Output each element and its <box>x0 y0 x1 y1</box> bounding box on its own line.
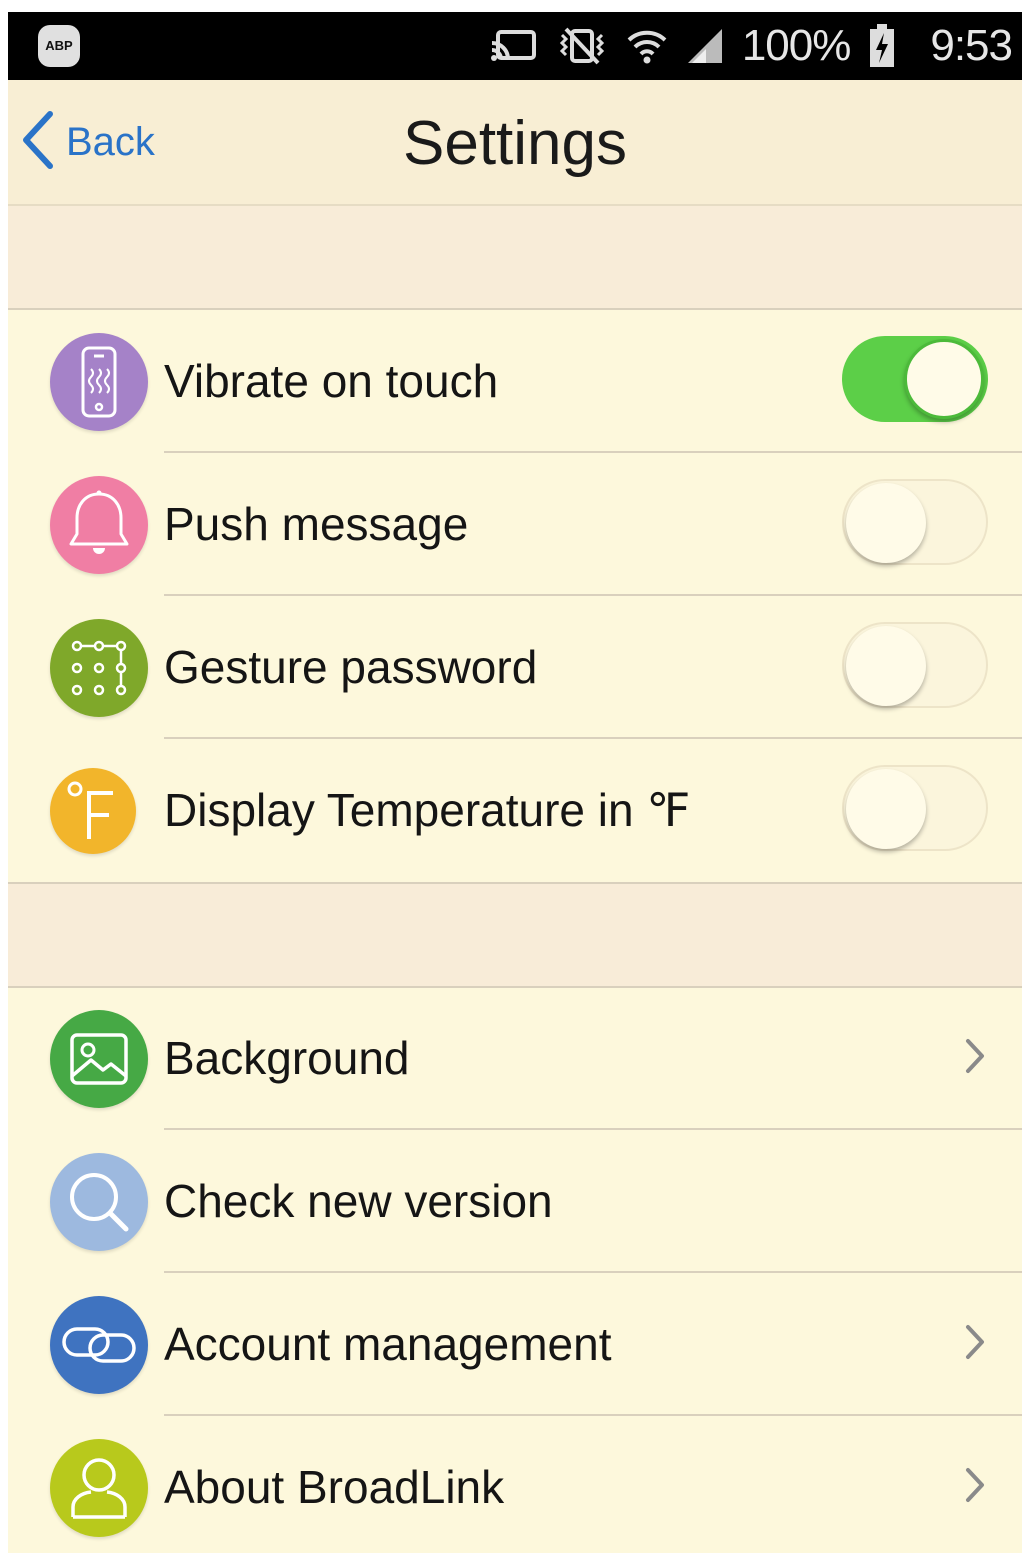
gesture-password-toggle[interactable] <box>842 622 988 708</box>
setting-label: Push message <box>164 498 469 550</box>
setting-label: Gesture password <box>164 641 538 693</box>
setting-row-temperature: Display Temperature in ℉ <box>8 739 1022 882</box>
pattern-lock-icon <box>50 619 148 717</box>
setting-row-gesture: Gesture password <box>8 596 1022 739</box>
section-spacer <box>8 882 1022 988</box>
wifi-icon <box>626 26 668 66</box>
push-message-toggle[interactable] <box>842 479 988 565</box>
setting-row-background[interactable]: Background <box>8 987 1022 1130</box>
bell-icon <box>50 476 148 574</box>
setting-row-account[interactable]: Account management <box>8 1273 1022 1416</box>
vibrate-phone-icon <box>50 333 148 431</box>
chevron-right-icon[interactable] <box>964 1037 986 1080</box>
section-spacer <box>8 206 1022 310</box>
setting-label: Account management <box>164 1318 612 1370</box>
vibrate-mute-icon <box>556 27 608 65</box>
battery-charging-icon <box>868 24 896 68</box>
setting-label: Check new version <box>164 1175 553 1227</box>
fahrenheit-icon <box>50 768 136 854</box>
toggle-knob <box>846 769 926 849</box>
image-icon <box>50 1010 148 1108</box>
status-bar: ABP 100% 9:53 <box>8 12 1022 80</box>
setting-label: About BroadLink <box>164 1461 505 1513</box>
fahrenheit-toggle[interactable] <box>842 765 988 851</box>
abp-icon: ABP <box>38 25 80 67</box>
toggle-knob <box>846 626 926 706</box>
chevron-right-icon[interactable] <box>964 1323 986 1366</box>
toggle-knob <box>904 339 984 419</box>
chevron-right-icon[interactable] <box>964 1466 986 1509</box>
cast-icon <box>490 29 538 63</box>
setting-row-push: Push message <box>8 453 1022 596</box>
setting-label: Vibrate on touch <box>164 355 499 407</box>
search-icon <box>50 1153 148 1251</box>
toggle-knob <box>846 483 926 563</box>
user-icon <box>50 1439 148 1537</box>
vibrate-toggle[interactable] <box>842 336 988 422</box>
battery-percent: 100% <box>741 21 852 70</box>
setting-row-vibrate: Vibrate on touch <box>8 310 1022 453</box>
signal-icon <box>686 27 724 65</box>
setting-row-about[interactable]: About BroadLink <box>8 1416 1022 1553</box>
settings-screen: ABP 100% 9:53 Back Settings Vibrate on t… <box>8 12 1022 1553</box>
link-icon <box>50 1296 148 1394</box>
setting-label: Background <box>164 1032 410 1084</box>
setting-row-check-version[interactable]: Check new version <box>8 1130 1022 1273</box>
page-title: Settings <box>402 109 628 178</box>
setting-label: Display Temperature in ℉ <box>164 784 691 836</box>
clock: 9:53 <box>930 21 1013 70</box>
nav-bar: Back Settings <box>8 80 1022 206</box>
